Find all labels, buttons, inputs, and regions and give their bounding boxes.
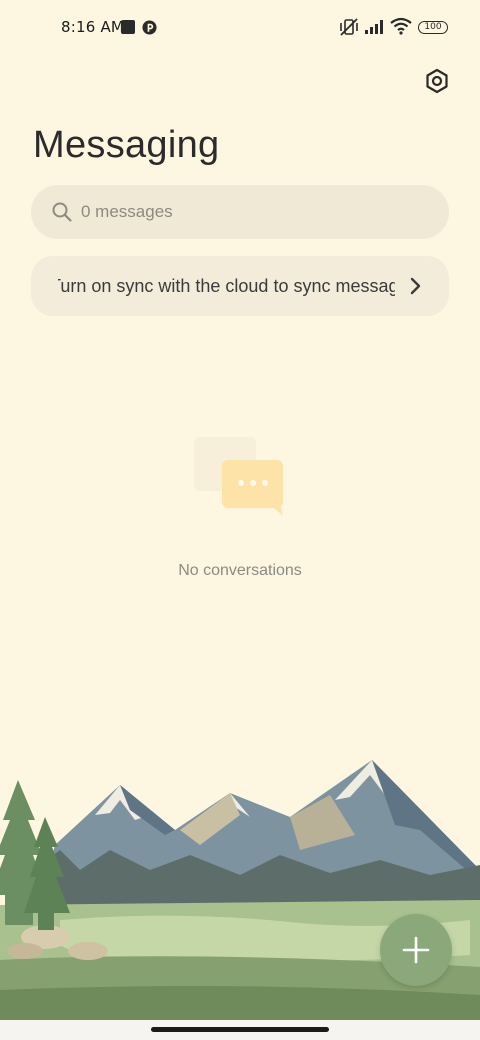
settings-button[interactable] bbox=[421, 65, 453, 97]
new-conversation-button[interactable] bbox=[380, 914, 452, 986]
search-icon bbox=[52, 202, 72, 222]
search-bar[interactable] bbox=[31, 185, 449, 239]
empty-state-text: No conversations bbox=[178, 562, 302, 579]
sync-banner-marquee: Turn on sync with the cloud to sync mess… bbox=[58, 276, 395, 296]
page-title: Messaging bbox=[33, 124, 220, 166]
sync-banner[interactable]: Turn on sync with the cloud to sync mess… bbox=[31, 256, 449, 316]
signal-icon bbox=[365, 20, 383, 34]
status-time: 8:16 AM bbox=[61, 18, 125, 36]
search-input[interactable] bbox=[81, 185, 421, 239]
status-bar: 8:16 AM 100 bbox=[0, 0, 480, 56]
settings-hexagon-icon bbox=[426, 68, 448, 94]
messaging-screen: 8:16 AM 100 Messaging 0 messages Turn on… bbox=[0, 0, 480, 1040]
app-notification-icon bbox=[142, 20, 157, 35]
chevron-right-icon bbox=[410, 277, 421, 295]
wifi-icon bbox=[390, 17, 412, 35]
vibrate-off-icon bbox=[340, 18, 358, 36]
plus-icon bbox=[402, 936, 430, 964]
home-indicator[interactable] bbox=[151, 1027, 329, 1032]
chat-bubbles-icon bbox=[194, 437, 283, 516]
sync-banner-text: Turn on sync with the cloud to sync mess… bbox=[58, 256, 395, 316]
battery-icon: 100 bbox=[418, 21, 448, 34]
stop-square-icon bbox=[121, 20, 135, 34]
